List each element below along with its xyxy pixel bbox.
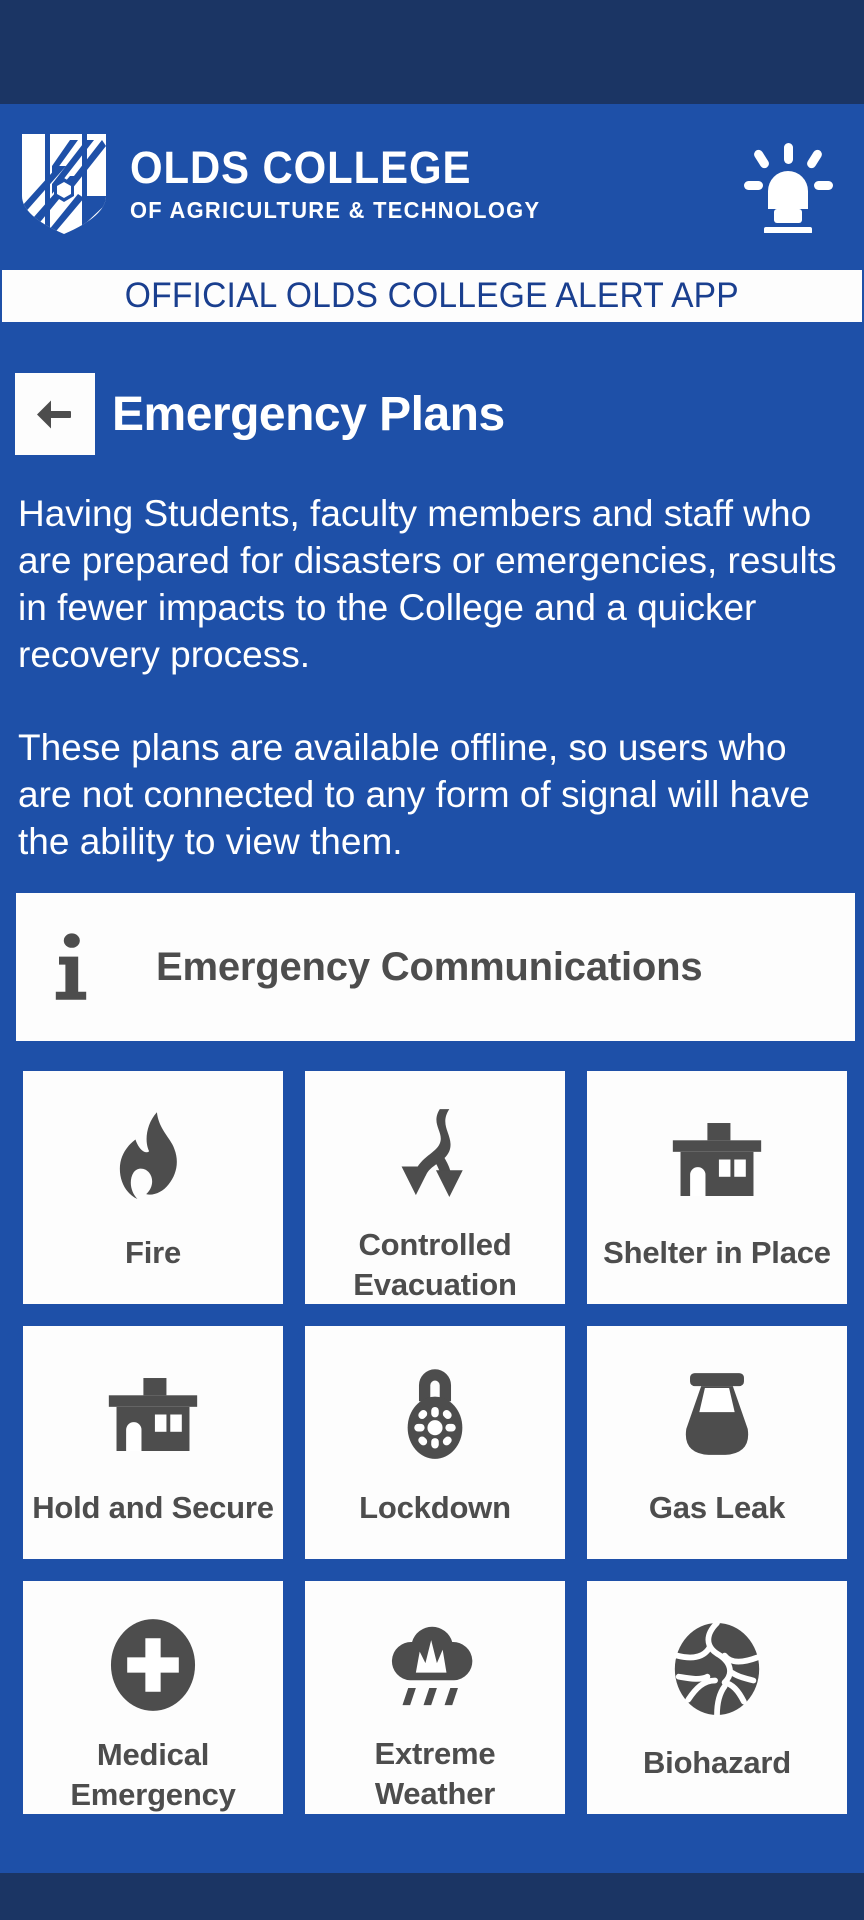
official-alert-banner: OFFICIAL OLDS COLLEGE ALERT APP bbox=[2, 270, 862, 322]
olds-college-shield-logo bbox=[18, 132, 110, 236]
status-bar bbox=[0, 0, 864, 104]
page-title: Emergency Plans bbox=[112, 387, 505, 441]
brand-name-primary: OLDS COLLEGE bbox=[130, 141, 472, 193]
tile-label: Extreme Weather bbox=[374, 1736, 496, 1811]
rain-cloud-icon bbox=[387, 1617, 483, 1712]
tile-extreme-weather[interactable]: Extreme Weather bbox=[305, 1581, 565, 1814]
tile-hold-and-secure[interactable]: Hold and Secure bbox=[23, 1326, 283, 1559]
tile-label: Shelter in Place bbox=[603, 1235, 831, 1270]
app-screen: OLDS COLLEGE OF AGRICULTURE & TECHNOLOGY bbox=[0, 0, 864, 1920]
biohazard-globe-icon bbox=[671, 1617, 763, 1721]
tile-controlled-evacuation[interactable]: Controlled Evacuation bbox=[305, 1071, 565, 1304]
tile-label: Lockdown bbox=[359, 1490, 511, 1525]
tile-shelter-in-place[interactable]: Shelter in Place bbox=[587, 1071, 847, 1304]
building-shelter-icon bbox=[669, 1107, 765, 1211]
arrow-left-icon bbox=[37, 400, 71, 429]
flame-icon bbox=[114, 1107, 192, 1211]
tile-medical-emergency[interactable]: Medical Emergency bbox=[23, 1581, 283, 1814]
medical-cross-icon bbox=[110, 1617, 196, 1713]
bottom-navigation-bar bbox=[0, 1873, 864, 1920]
brand-name-secondary: OF AGRICULTURE & TECHNOLOGY bbox=[130, 196, 541, 223]
tile-lockdown[interactable]: Lockdown bbox=[305, 1326, 565, 1559]
gas-container-icon bbox=[677, 1362, 757, 1466]
back-button[interactable] bbox=[15, 373, 95, 455]
description-paragraph-2: These plans are available offline, so us… bbox=[18, 727, 810, 862]
building-shelter-icon bbox=[105, 1362, 201, 1466]
emergency-communications-card[interactable]: Emergency Communications bbox=[16, 893, 855, 1041]
page-description: Having Students, faculty members and sta… bbox=[18, 490, 850, 865]
tile-label: Biohazard bbox=[642, 1745, 792, 1780]
description-paragraph-1: Having Students, faculty members and sta… bbox=[18, 493, 837, 675]
tile-gas-leak[interactable]: Gas Leak bbox=[587, 1326, 847, 1559]
tile-fire[interactable]: Fire bbox=[23, 1071, 283, 1304]
brand-wordmark: OLDS COLLEGE OF AGRICULTURE & TECHNOLOGY bbox=[130, 145, 571, 224]
alert-banner-text: OFFICIAL OLDS COLLEGE ALERT APP bbox=[124, 276, 740, 315]
emergency-siren-icon[interactable] bbox=[734, 130, 842, 236]
tile-label: Controlled Evacuation bbox=[353, 1227, 517, 1302]
padlock-icon bbox=[402, 1362, 468, 1466]
tile-biohazard[interactable]: Biohazard bbox=[587, 1581, 847, 1814]
info-icon bbox=[16, 932, 134, 1002]
tile-label: Hold and Secure bbox=[32, 1490, 274, 1525]
tile-label: Fire bbox=[124, 1235, 182, 1270]
emergency-plan-tile-grid: Fire Controlled Evacuation Shelter in Pl… bbox=[23, 1071, 847, 1814]
brand-header: OLDS COLLEGE OF AGRICULTURE & TECHNOLOGY bbox=[0, 104, 864, 264]
emergency-communications-label: Emergency Communications bbox=[156, 945, 703, 989]
tile-label: Gas Leak bbox=[648, 1490, 786, 1525]
page-header: Emergency Plans bbox=[15, 373, 505, 455]
evacuation-arrows-icon bbox=[392, 1107, 478, 1203]
tile-label: Medical Emergency bbox=[70, 1737, 236, 1812]
